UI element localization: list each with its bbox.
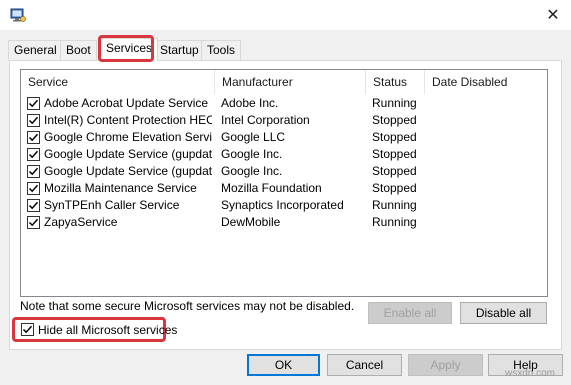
service-checkbox[interactable] [27, 216, 40, 229]
table-row[interactable]: Google Update Service (gupdatem) Google I… [21, 163, 547, 180]
service-manufacturer: Google Inc. [221, 147, 283, 161]
hide-microsoft-services-checkbox[interactable] [21, 323, 34, 336]
service-name: Google Chrome Elevation Servic... [44, 130, 212, 144]
column-header-status[interactable]: Status [366, 70, 425, 94]
title-bar: ✕ [0, 0, 571, 30]
system-config-icon [10, 7, 26, 23]
disable-all-button[interactable]: Disable all [460, 302, 547, 324]
tab-boot[interactable]: Boot [60, 40, 97, 60]
tab-startup[interactable]: Startup [154, 40, 205, 60]
checkmark-icon [28, 218, 39, 227]
service-date-disabled [432, 180, 542, 197]
service-date-disabled [432, 163, 542, 180]
checkmark-icon [28, 133, 39, 142]
service-manufacturer: Google LLC [221, 130, 286, 144]
tab-general[interactable]: General [8, 40, 63, 60]
hide-microsoft-services-option[interactable]: Hide all Microsoft services [12, 317, 177, 342]
secure-services-note: Note that some secure Microsoft services… [20, 299, 355, 313]
tab-tools[interactable]: Tools [201, 40, 242, 60]
service-status: Stopped [372, 181, 417, 195]
checkmark-icon [28, 184, 39, 193]
checkmark-icon [28, 150, 39, 159]
service-status: Running [372, 215, 417, 229]
checkmark-icon [28, 201, 39, 210]
service-manufacturer: Adobe Inc. [221, 96, 279, 110]
service-name: Google Update Service (gupdatem) [44, 164, 212, 178]
service-status: Running [372, 96, 417, 110]
service-manufacturer: Synaptics Incorporated [221, 198, 344, 212]
column-header-manufacturer[interactable]: Manufacturer [215, 70, 366, 94]
service-status: Stopped [372, 147, 417, 161]
cancel-button[interactable]: Cancel [327, 354, 402, 376]
checkmark-icon [28, 167, 39, 176]
checkmark-icon [28, 116, 39, 125]
column-header-service[interactable]: Service [21, 70, 215, 94]
list-header: Service Manufacturer Status Date Disable… [21, 70, 547, 94]
service-date-disabled [432, 197, 542, 214]
service-checkbox[interactable] [27, 165, 40, 178]
service-manufacturer: Mozilla Foundation [221, 181, 322, 195]
system-configuration-window: ✕ General Boot Services Startup Tools Se… [0, 0, 571, 385]
apply-button[interactable]: Apply [408, 354, 483, 376]
services-list[interactable]: Service Manufacturer Status Date Disable… [20, 69, 548, 297]
table-row[interactable]: Intel(R) Content Protection HEC... Intel … [21, 112, 547, 129]
column-header-date-disabled[interactable]: Date Disabled [425, 70, 549, 94]
close-icon: ✕ [546, 5, 560, 24]
checkmark-icon [22, 325, 33, 334]
table-row[interactable]: Mozilla Maintenance Service Mozilla Found… [21, 180, 547, 197]
service-manufacturer: DewMobile [221, 215, 281, 229]
service-name: SynTPEnh Caller Service [44, 198, 180, 212]
service-date-disabled [432, 214, 542, 231]
service-name: ZapyaService [44, 215, 118, 229]
service-status: Running [372, 198, 417, 212]
table-row[interactable]: Google Chrome Elevation Servic... Google … [21, 129, 547, 146]
tab-services[interactable]: Services [100, 38, 159, 61]
hide-microsoft-services-label: Hide all Microsoft services [38, 323, 178, 337]
service-date-disabled [432, 146, 542, 163]
service-date-disabled [432, 129, 542, 146]
table-row[interactable]: SynTPEnh Caller Service Synaptics Incorpo… [21, 197, 547, 214]
service-rows: Adobe Acrobat Update Service Adobe Inc. Ru… [21, 95, 547, 231]
table-row[interactable]: Google Update Service (gupdate) Google In… [21, 146, 547, 163]
service-status: Stopped [372, 113, 417, 127]
watermark: wsxdn.com [505, 368, 556, 379]
service-checkbox[interactable] [27, 114, 40, 127]
table-row[interactable]: Adobe Acrobat Update Service Adobe Inc. Ru… [21, 95, 547, 112]
service-checkbox[interactable] [27, 182, 40, 195]
service-name: Adobe Acrobat Update Service [44, 96, 209, 110]
enable-all-button[interactable]: Enable all [368, 302, 452, 324]
service-date-disabled [432, 112, 542, 129]
service-date-disabled [432, 95, 542, 112]
service-name: Mozilla Maintenance Service [44, 181, 197, 195]
service-status: Stopped [372, 130, 417, 144]
close-button[interactable]: ✕ [541, 4, 565, 26]
service-manufacturer: Intel Corporation [221, 113, 310, 127]
service-name: Google Update Service (gupdate) [44, 147, 212, 161]
service-name: Intel(R) Content Protection HEC... [44, 113, 212, 127]
service-checkbox[interactable] [27, 148, 40, 161]
service-checkbox[interactable] [27, 199, 40, 212]
service-manufacturer: Google Inc. [221, 164, 283, 178]
checkmark-icon [28, 99, 39, 108]
service-checkbox[interactable] [27, 97, 40, 110]
ok-button[interactable]: OK [247, 354, 320, 376]
service-status: Stopped [372, 164, 417, 178]
table-row[interactable]: ZapyaService DewMobile Running [21, 214, 547, 231]
service-checkbox[interactable] [27, 131, 40, 144]
